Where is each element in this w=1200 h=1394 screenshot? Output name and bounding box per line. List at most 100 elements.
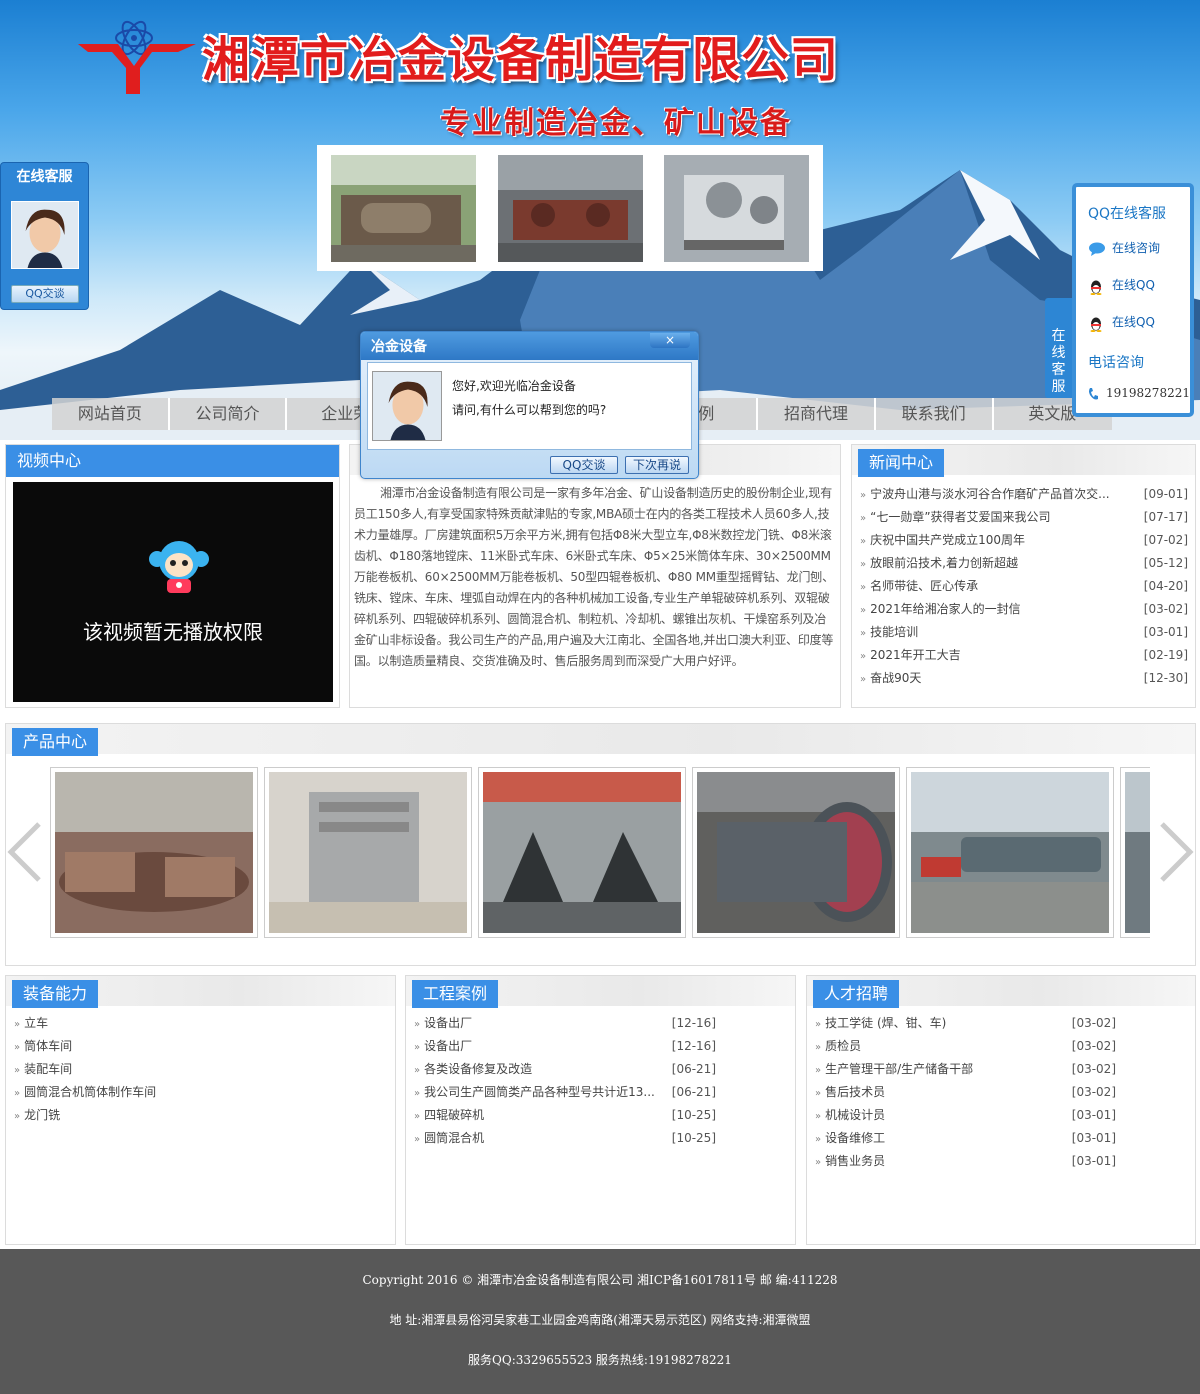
list-item[interactable]: » 设备出厂 [12-16]	[414, 1035, 716, 1058]
phone-number-row: 19198278221	[1088, 386, 1190, 401]
footer-contact: 服务QQ:3329655523 服务热线:19198278221	[468, 1353, 732, 1367]
qq-panel-title: QQ在线客服	[1088, 206, 1167, 222]
video-player[interactable]: 该视频暂无播放权限	[13, 482, 333, 702]
double-arrow-icon: »	[414, 1134, 421, 1145]
double-arrow-icon: »	[815, 1019, 822, 1030]
news-item[interactable]: » 奋战90天 [12-30]	[860, 667, 1188, 690]
list-item[interactable]: » 设备出厂 [12-16]	[414, 1012, 716, 1035]
double-arrow-icon: »	[14, 1042, 21, 1053]
product-image	[911, 772, 1109, 933]
jobs-panel: 人才招聘 » 技工学徒 (焊、钳、车) [03-02] » 质检员 [03-02] » 生…	[806, 975, 1196, 1245]
popup-later-button[interactable]: 下次再说	[625, 456, 689, 474]
list-item[interactable]: » 圆筒混合机 [10-25]	[414, 1127, 716, 1150]
nav-about[interactable]: 公司简介	[170, 398, 288, 430]
about-text: 湘潭市冶金设备制造有限公司是一家有多年冶金、矿山设备制造历史的股份制企业,现有员…	[354, 486, 834, 668]
qq-link-1-label: 在线QQ	[1112, 278, 1155, 292]
double-arrow-icon: »	[815, 1065, 822, 1076]
list-item[interactable]: » 设备维修工 [03-01]	[815, 1127, 1116, 1150]
phone-icon	[1088, 387, 1100, 401]
popup-close-button[interactable]: ×	[650, 333, 690, 348]
news-item[interactable]: » 2021年开工大吉 [02-19]	[860, 644, 1188, 667]
about-panel: 湘潭市冶金设备制造有限公司是一家有多年冶金、矿山设备制造历史的股份制企业,现有员…	[349, 444, 841, 708]
online-consult-link[interactable]: 在线咨询	[1088, 239, 1160, 256]
double-arrow-icon: »	[14, 1111, 21, 1122]
double-arrow-icon: »	[14, 1088, 21, 1099]
list-item[interactable]: » 各类设备修复及改造 [06-21]	[414, 1058, 716, 1081]
banner-photo-gearbox	[664, 155, 809, 262]
online-service-tab[interactable]: 在线客服	[1045, 298, 1072, 398]
list-item[interactable]: » 立车	[14, 1012, 384, 1035]
left-qq-chat-button[interactable]: QQ交谈	[11, 285, 79, 303]
news-item[interactable]: » 放眼前沿技术,着力创新超越 [05-12]	[860, 552, 1188, 575]
list-item[interactable]: » 销售业务员 [03-01]	[815, 1150, 1116, 1173]
list-item[interactable]: » 我公司生产圆筒类产品各种型号共计近13... [06-21]	[414, 1081, 716, 1104]
list-item[interactable]: » 装配车间	[14, 1058, 384, 1081]
video-title: 视频中心	[6, 447, 93, 475]
product-image	[483, 772, 681, 933]
double-arrow-icon: »	[860, 582, 867, 593]
double-arrow-icon: »	[414, 1111, 421, 1122]
carousel-next-arrow-icon[interactable]	[1156, 820, 1196, 884]
double-arrow-icon: »	[860, 605, 867, 616]
company-logo	[78, 20, 196, 94]
list-item[interactable]: » 四辊破碎机 [10-25]	[414, 1104, 716, 1127]
footer-copyright: Copyright 2016 © 湘潭市冶金设备制造有限公司 湘ICP备1601…	[362, 1273, 838, 1287]
product-item[interactable]	[906, 767, 1114, 938]
service-avatar	[11, 201, 79, 269]
banner-photo-kiln	[331, 155, 476, 262]
monkey-mascot-icon	[149, 541, 209, 593]
qq-link-2-label: 在线QQ	[1112, 315, 1155, 329]
banner-photo-strip	[317, 145, 823, 271]
list-item[interactable]: » 售后技术员 [03-02]	[815, 1081, 1116, 1104]
online-service-tab-label: 在线客服	[1051, 328, 1066, 395]
welcome-popup: 冶金设备 × 您好,欢迎光临冶金设备 请问,有什么可以帮到您的吗? QQ交谈 下…	[360, 331, 699, 479]
product-image	[1125, 772, 1150, 933]
product-image	[55, 772, 253, 933]
list-item[interactable]: » 圆筒混合机筒体制作车间	[14, 1081, 384, 1104]
carousel-prev-arrow-icon[interactable]	[5, 820, 45, 884]
nav-contact[interactable]: 联系我们	[876, 398, 994, 430]
right-qq-panel: QQ在线客服 在线咨询 在线QQ 在线QQ 电话咨询 19198278221	[1072, 183, 1194, 417]
product-item[interactable]	[50, 767, 258, 938]
double-arrow-icon: »	[414, 1088, 421, 1099]
list-item[interactable]: » 龙门铣	[14, 1104, 384, 1127]
cases-panel: 工程案例 » 设备出厂 [12-16] » 设备出厂 [12-16] » 各类设备修复及改…	[405, 975, 796, 1245]
qq-link-2[interactable]: 在线QQ	[1088, 313, 1155, 332]
news-item[interactable]: » “七一勋章”获得者艾爱国来我公司 [07-17]	[860, 506, 1188, 529]
list-item[interactable]: » 技工学徒 (焊、钳、车) [03-02]	[815, 1012, 1116, 1035]
list-item[interactable]: » 筒体车间	[14, 1035, 384, 1058]
double-arrow-icon: »	[860, 490, 867, 501]
double-arrow-icon: »	[414, 1065, 421, 1076]
double-arrow-icon: »	[414, 1042, 421, 1053]
news-item[interactable]: » 2021年给湘冶家人的一封信 [03-02]	[860, 598, 1188, 621]
online-consult-label: 在线咨询	[1112, 241, 1161, 255]
list-item[interactable]: » 机械设计员 [03-01]	[815, 1104, 1116, 1127]
cases-title-bar: 工程案例	[406, 976, 795, 1008]
list-item[interactable]: » 质检员 [03-02]	[815, 1035, 1116, 1058]
product-image	[697, 772, 895, 933]
double-arrow-icon: »	[860, 674, 867, 685]
news-item[interactable]: » 宁波舟山港与淡水河谷合作磨矿产品首次交... [09-01]	[860, 483, 1188, 506]
qq-penguin-icon	[1088, 279, 1106, 295]
double-arrow-icon: »	[860, 628, 867, 639]
popup-title: 冶金设备	[361, 332, 698, 360]
double-arrow-icon: »	[860, 536, 867, 547]
product-item[interactable]	[692, 767, 900, 938]
company-title: 湘潭市冶金设备制造有限公司	[202, 32, 840, 88]
double-arrow-icon: »	[414, 1019, 421, 1030]
products-title: 产品中心	[12, 728, 99, 756]
nav-home[interactable]: 网站首页	[52, 398, 170, 430]
popup-qq-chat-button[interactable]: QQ交谈	[550, 456, 618, 474]
news-item[interactable]: » 技能培训 [03-01]	[860, 621, 1188, 644]
list-item[interactable]: » 生产管理干部/生产储备干部 [03-02]	[815, 1058, 1116, 1081]
product-item[interactable]	[478, 767, 686, 938]
qq-link-1[interactable]: 在线QQ	[1088, 276, 1155, 295]
equipment-panel: 装备能力 » 立车 » 筒体车间 » 装配车间 » 圆筒混合机筒体制作车间 » 龙门铣	[5, 975, 396, 1245]
popup-greeting: 您好,欢迎光临冶金设备	[452, 379, 576, 393]
news-item[interactable]: » 名师带徒、匠心传承 [04-20]	[860, 575, 1188, 598]
news-item[interactable]: » 庆祝中国共产党成立100周年 [07-02]	[860, 529, 1188, 552]
left-service-title: 在线客服	[16, 169, 73, 185]
nav-agency[interactable]: 招商代理	[758, 398, 876, 430]
product-item[interactable]	[264, 767, 472, 938]
product-item[interactable]	[1120, 767, 1150, 938]
